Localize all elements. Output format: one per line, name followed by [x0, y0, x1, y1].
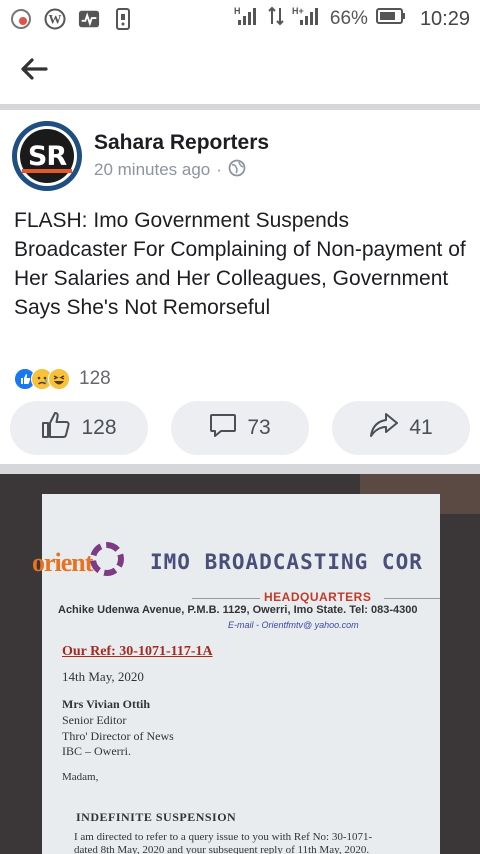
share-count: 41	[409, 416, 433, 439]
globe-icon	[228, 159, 246, 182]
battery-percent: 66%	[329, 8, 368, 29]
svg-text:W: W	[49, 12, 62, 27]
recipient-name: Mrs Vivian Ottih	[62, 697, 151, 711]
post-text: FLASH: Imo Government Suspends Broadcast…	[14, 209, 466, 319]
comment-button[interactable]: 73	[171, 401, 309, 455]
divider	[0, 464, 480, 474]
activity-icon	[78, 8, 100, 30]
signal-1-icon: H	[234, 5, 260, 33]
battery-icon	[375, 7, 406, 31]
page-name[interactable]: Sahara Reporters	[94, 131, 269, 155]
phone-icon	[112, 8, 134, 30]
salutation: Madam,	[62, 771, 99, 783]
letter-body-line: I am directed to refer to a query issue …	[74, 831, 373, 843]
reference-number: Our Ref: 30-1071-117-1A	[62, 644, 213, 659]
post-meta: Sahara Reporters 20 minutes ago ·	[94, 131, 269, 182]
letterhead-title: IMO BROADCASTING COR	[150, 550, 423, 574]
app-bar	[0, 38, 480, 104]
share-icon	[369, 411, 399, 445]
data-transfer-icon	[268, 5, 284, 33]
gear-logo-icon	[90, 542, 124, 576]
like-button[interactable]: 128	[10, 401, 148, 455]
letter-date: 14th May, 2020	[62, 669, 144, 684]
clock: 10:29	[419, 7, 470, 30]
recipient-route: Thro' Director of News	[62, 729, 174, 743]
haha-reaction-icon	[48, 368, 70, 390]
brand-text: orient	[32, 548, 93, 577]
letter-document: orient IMO BROADCASTING COR HEADQUARTERS…	[32, 494, 440, 854]
like-count: 128	[81, 416, 117, 439]
post-header: SR Sahara Reporters 20 minutes ago ·	[12, 120, 468, 192]
post-time-row: 20 minutes ago ·	[94, 159, 269, 182]
signal-2-icon: H+	[292, 5, 322, 33]
action-bar: 128 73 41	[10, 401, 470, 457]
reactions-summary[interactable]: 128	[14, 366, 111, 392]
reaction-count: 128	[79, 368, 111, 389]
network-type-label: H	[234, 6, 241, 16]
network-type-label-2: H+	[292, 6, 304, 16]
back-arrow-icon[interactable]	[20, 57, 48, 86]
notification-icon	[10, 8, 32, 30]
post-photo[interactable]: orient IMO BROADCASTING COR HEADQUARTERS…	[0, 474, 480, 854]
rule-line	[384, 598, 440, 599]
email-line: E-mail - Orientfmtv@ yahoo.com	[228, 620, 359, 630]
avatar-stripe	[22, 169, 72, 173]
share-button[interactable]: 41	[332, 401, 470, 455]
post-time[interactable]: 20 minutes ago	[94, 160, 210, 180]
rule-line	[192, 598, 260, 599]
comment-count: 73	[247, 416, 271, 439]
avatar[interactable]: SR	[12, 121, 82, 191]
letter-heading: INDEFINITE SUSPENSION	[76, 810, 237, 824]
comment-icon	[209, 411, 237, 445]
status-bar: W H H+ 66% 10:29	[0, 0, 480, 38]
separator-dot: ·	[216, 160, 222, 179]
headquarters-label: HEADQUARTERS	[264, 590, 372, 604]
address-line: Achike Udenwa Avenue, P.M.B. 1129, Owerr…	[58, 604, 418, 616]
recipient-title: Senior Editor	[62, 713, 127, 727]
divider	[0, 104, 480, 110]
recipient-org: IBC – Owerri.	[62, 744, 131, 758]
letter-body-line: dated 8th May, 2020 and your subsequent …	[74, 844, 370, 854]
thumbs-up-icon	[41, 411, 71, 445]
wordpress-icon: W	[44, 8, 66, 30]
avatar-ring: SR	[17, 126, 77, 186]
letterhead: orient IMO BROADCASTING COR	[32, 542, 440, 582]
